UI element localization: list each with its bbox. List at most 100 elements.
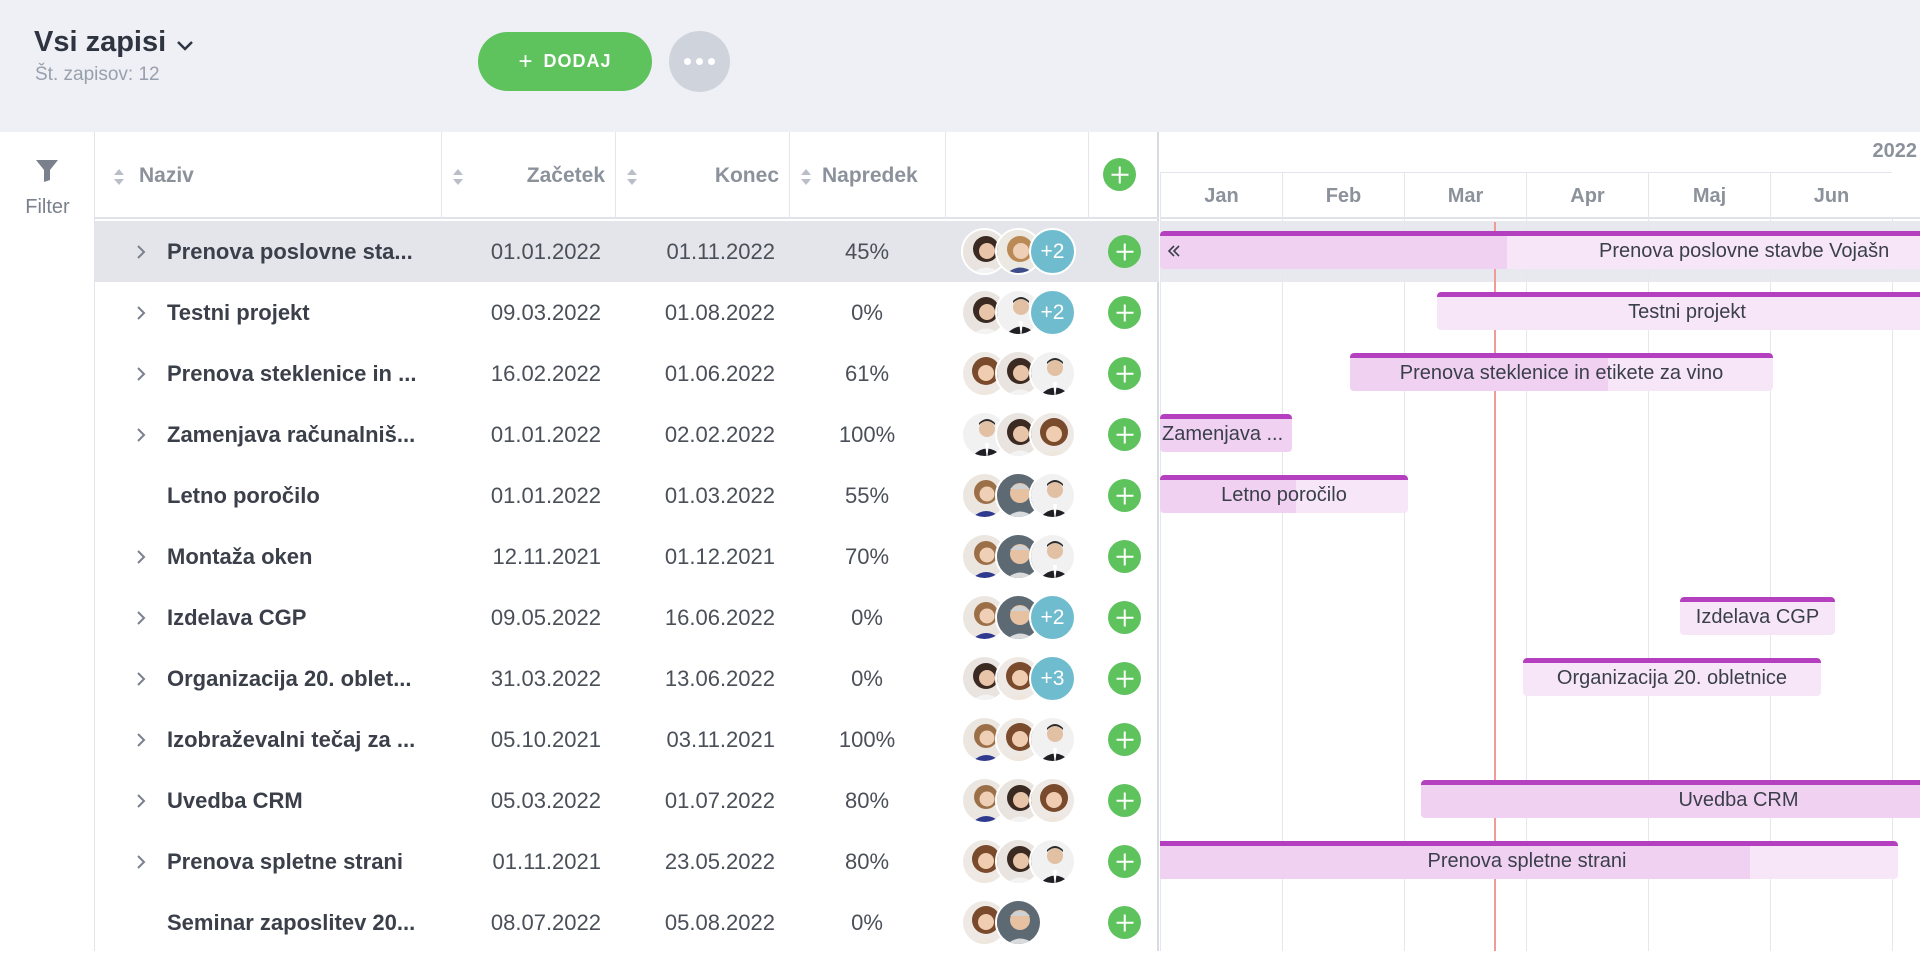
column-header-progress[interactable]: Napredek	[790, 132, 946, 219]
filter-icon[interactable]	[35, 158, 59, 184]
table-row[interactable]: Zamenjava računalniš... 01.01.2022 02.02.2…	[95, 404, 1159, 465]
add-subrecord-button[interactable]	[1108, 784, 1141, 817]
assignee-avatars[interactable]	[961, 838, 1091, 885]
row-name[interactable]: Montaža oken	[167, 526, 437, 587]
expand-chevron-icon[interactable]	[129, 587, 153, 648]
assignee-avatars[interactable]	[961, 899, 1091, 946]
table-row[interactable]: Prenova spletne strani 01.11.2021 23.05.20…	[95, 831, 1159, 892]
avatar[interactable]	[995, 899, 1042, 946]
scroll-back-icon[interactable]	[1167, 244, 1181, 258]
sort-icon[interactable]	[113, 165, 125, 189]
row-name[interactable]: Uvedba CRM	[167, 770, 437, 831]
expand-chevron-icon[interactable]	[129, 648, 153, 709]
add-subrecord-button[interactable]	[1108, 235, 1141, 268]
view-title[interactable]: Vsi zapisi	[34, 26, 166, 59]
add-subrecord-button[interactable]	[1108, 723, 1141, 756]
gantt-bar[interactable]: Prenova steklenice in etikete za vino	[1350, 353, 1773, 391]
row-name[interactable]: Seminar zaposlitev 20...	[167, 892, 437, 953]
expand-chevron-icon[interactable]	[129, 709, 153, 770]
avatar[interactable]	[1029, 533, 1076, 580]
add-subrecord-button[interactable]	[1108, 906, 1141, 939]
table-row[interactable]: Montaža oken 12.11.2021 01.12.2021 70%	[95, 526, 1159, 587]
filter-label[interactable]: Filter	[0, 196, 95, 219]
row-name[interactable]: Letno poročilo	[167, 465, 437, 526]
row-name[interactable]: Prenova poslovne sta...	[167, 221, 437, 282]
avatar[interactable]	[1029, 838, 1076, 885]
gantt-bar[interactable]: Prenova spletne strani	[1160, 841, 1898, 879]
table-row[interactable]: Prenova steklenice in ... 16.02.2022 01.06…	[95, 343, 1159, 404]
assignee-avatars[interactable]	[961, 411, 1091, 458]
add-subrecord-button[interactable]	[1108, 479, 1141, 512]
table-row[interactable]: Izdelava CGP 09.05.2022 16.06.2022 0% +2	[95, 587, 1159, 648]
more-options-button[interactable]	[669, 31, 730, 92]
extra-assignees-badge[interactable]: +3	[1029, 655, 1076, 702]
gantt-bar[interactable]: Izdelava CGP	[1680, 597, 1835, 635]
table-row[interactable]: Prenova poslovne sta... 01.01.2022 01.11.2…	[95, 221, 1159, 282]
row-start-date: 01.01.2022	[490, 482, 601, 508]
assignee-avatars[interactable]: +3	[961, 655, 1091, 702]
assignee-avatars[interactable]: +2	[961, 594, 1091, 641]
gantt-bar[interactable]: Prenova poslovne stavbe Vojašn	[1160, 231, 1920, 269]
sort-icon[interactable]	[626, 165, 638, 189]
row-name[interactable]: Izobraževalni tečaj za ...	[167, 709, 437, 770]
add-subrecord-button[interactable]	[1108, 662, 1141, 695]
expand-chevron-icon[interactable]	[129, 282, 153, 343]
assignee-avatars[interactable]: +2	[961, 228, 1091, 275]
expand-chevron-icon[interactable]	[129, 221, 153, 282]
filter-panel[interactable]: Filter	[0, 132, 95, 951]
table-row[interactable]: Letno poročilo 01.01.2022 01.03.2022 55%	[95, 465, 1159, 526]
expand-chevron-icon[interactable]	[129, 770, 153, 831]
avatar[interactable]	[1029, 350, 1076, 397]
gantt-bar[interactable]: Organizacija 20. obletnice	[1523, 658, 1821, 696]
row-name[interactable]: Prenova spletne strani	[167, 831, 437, 892]
gantt-bar[interactable]: Letno poročilo	[1160, 475, 1408, 513]
add-subrecord-button[interactable]	[1108, 296, 1141, 329]
extra-assignees-badge[interactable]: +2	[1029, 289, 1076, 336]
row-name[interactable]: Izdelava CGP	[167, 587, 437, 648]
expand-chevron-icon[interactable]	[129, 831, 153, 892]
row-start-date: 05.10.2021	[490, 726, 601, 752]
add-subrecord-button[interactable]	[1108, 845, 1141, 878]
assignee-avatars[interactable]	[961, 777, 1091, 824]
table-row[interactable]: Uvedba CRM 05.03.2022 01.07.2022 80%	[95, 770, 1159, 831]
row-name[interactable]: Organizacija 20. oblet...	[167, 648, 437, 709]
column-header-name[interactable]: Naziv	[95, 132, 442, 219]
avatar[interactable]	[1029, 472, 1076, 519]
add-subrecord-button[interactable]	[1108, 601, 1141, 634]
gantt-bar[interactable]: Uvedba CRM	[1421, 780, 1920, 818]
row-name[interactable]: Prenova steklenice in ...	[167, 343, 437, 404]
add-subrecord-button[interactable]	[1108, 357, 1141, 390]
avatar[interactable]	[1029, 777, 1076, 824]
assignee-avatars[interactable]	[961, 472, 1091, 519]
assignee-avatars[interactable]: +2	[961, 289, 1091, 336]
row-progress: 0%	[851, 665, 883, 691]
row-end-date: 13.06.2022	[664, 665, 775, 691]
chevron-down-icon[interactable]	[176, 40, 194, 52]
table-row[interactable]: Testni projekt 09.03.2022 01.08.2022 0% +2	[95, 282, 1159, 343]
extra-assignees-badge[interactable]: +2	[1029, 594, 1076, 641]
column-header-end[interactable]: Konec	[616, 132, 790, 219]
table-row[interactable]: Organizacija 20. oblet... 31.03.2022 13.06…	[95, 648, 1159, 709]
add-button[interactable]: + DODAJ	[478, 32, 652, 91]
expand-chevron-icon[interactable]	[129, 343, 153, 404]
row-name[interactable]: Testni projekt	[167, 282, 437, 343]
add-subrecord-button[interactable]	[1108, 540, 1141, 573]
extra-assignees-badge[interactable]: +2	[1029, 228, 1076, 275]
gantt-bar[interactable]: Zamenjava ...	[1160, 414, 1292, 452]
gantt-bar[interactable]: Testni projekt	[1437, 292, 1920, 330]
assignee-avatars[interactable]	[961, 716, 1091, 763]
table-row[interactable]: Seminar zaposlitev 20... 08.07.2022 05.08.…	[95, 892, 1159, 953]
expand-chevron-icon[interactable]	[129, 404, 153, 465]
sort-icon[interactable]	[800, 165, 812, 189]
avatar[interactable]	[1029, 716, 1076, 763]
sort-icon[interactable]	[452, 165, 464, 189]
table-row[interactable]: Izobraževalni tečaj za ... 05.10.2021 03.1…	[95, 709, 1159, 770]
row-name[interactable]: Zamenjava računalniš...	[167, 404, 437, 465]
add-record-button[interactable]	[1103, 158, 1136, 191]
assignee-avatars[interactable]	[961, 533, 1091, 580]
expand-chevron-icon[interactable]	[129, 526, 153, 587]
add-subrecord-button[interactable]	[1108, 418, 1141, 451]
avatar[interactable]	[1029, 411, 1076, 458]
column-header-start[interactable]: Začetek	[442, 132, 616, 219]
assignee-avatars[interactable]	[961, 350, 1091, 397]
